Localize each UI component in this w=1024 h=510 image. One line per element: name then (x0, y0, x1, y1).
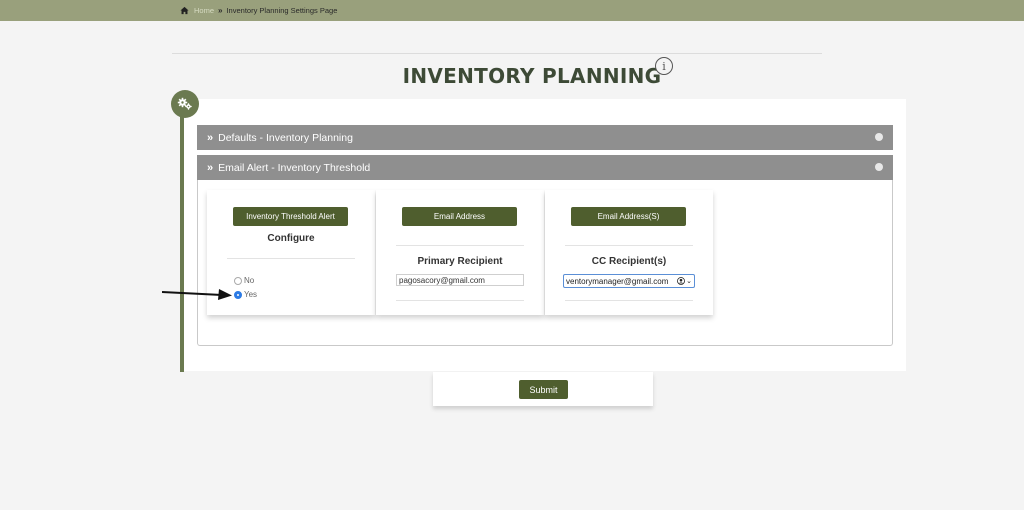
primary-recipient-title: Primary Recipient (417, 256, 503, 267)
person-circle-icon (677, 277, 686, 285)
cc-recipient-title: CC Recipient(s) (591, 256, 667, 267)
breadcrumb-separator: » (218, 6, 223, 15)
primary-recipient-panel: Email Address Primary Recipient (376, 190, 544, 315)
chevron-down-icon: ⌄ (686, 278, 692, 285)
accordion-defaults-label: Defaults - Inventory Planning (218, 131, 353, 144)
chevron-double-right-icon: » (207, 131, 213, 144)
settings-badge (171, 90, 199, 118)
panel-divider (565, 245, 693, 246)
panel-divider (396, 245, 524, 246)
radio-no[interactable] (234, 276, 242, 285)
annotation-arrow-icon (162, 289, 232, 300)
primary-email-input[interactable] (396, 274, 524, 286)
accordion-email-alert-label: Email Alert - Inventory Threshold (218, 161, 371, 174)
radio-option-no[interactable]: No (234, 276, 254, 285)
radio-yes-label: Yes (244, 290, 258, 299)
breadcrumb: Home » Inventory Planning Settings Page (0, 0, 1024, 21)
radio-no-label: No (244, 276, 255, 285)
inventory-threshold-alert-button[interactable]: Inventory Threshold Alert (233, 207, 348, 226)
cc-email-select[interactable]: ventorymanager@gmail.com ⌄ (563, 274, 695, 288)
info-icon[interactable]: i (655, 57, 673, 75)
configure-title: Configure (267, 233, 315, 244)
submit-panel: Submit (433, 372, 653, 406)
submit-button[interactable]: Submit (519, 380, 568, 399)
cc-email-value: ventorymanager@gmail.com (566, 276, 669, 286)
email-address-button[interactable]: Email Address (402, 207, 517, 226)
chevron-double-right-icon: » (207, 161, 213, 174)
panel-divider (396, 300, 524, 301)
radio-yes[interactable] (234, 290, 242, 299)
cc-recipient-panel: Email Address(S) CC Recipient(s) ventory… (545, 190, 713, 315)
breadcrumb-current: Inventory Planning Settings Page (226, 6, 338, 15)
page-title: INVENTORY PLANNING (402, 64, 662, 88)
collapse-toggle-icon[interactable] (875, 133, 883, 141)
radio-option-yes[interactable]: Yes (234, 290, 257, 299)
panel-divider (565, 300, 693, 301)
email-addresses-button[interactable]: Email Address(S) (571, 207, 686, 226)
gears-icon (177, 97, 192, 110)
header-divider (172, 53, 822, 54)
timeline-line (180, 112, 184, 372)
accordion-defaults-header[interactable]: » Defaults - Inventory Planning (197, 125, 893, 150)
breadcrumb-home-link[interactable]: Home (194, 6, 214, 15)
accordion-email-alert-header[interactable]: » Email Alert - Inventory Threshold (197, 155, 893, 180)
home-icon[interactable] (180, 6, 189, 15)
panel-divider (227, 258, 355, 259)
collapse-toggle-icon[interactable] (875, 163, 883, 171)
